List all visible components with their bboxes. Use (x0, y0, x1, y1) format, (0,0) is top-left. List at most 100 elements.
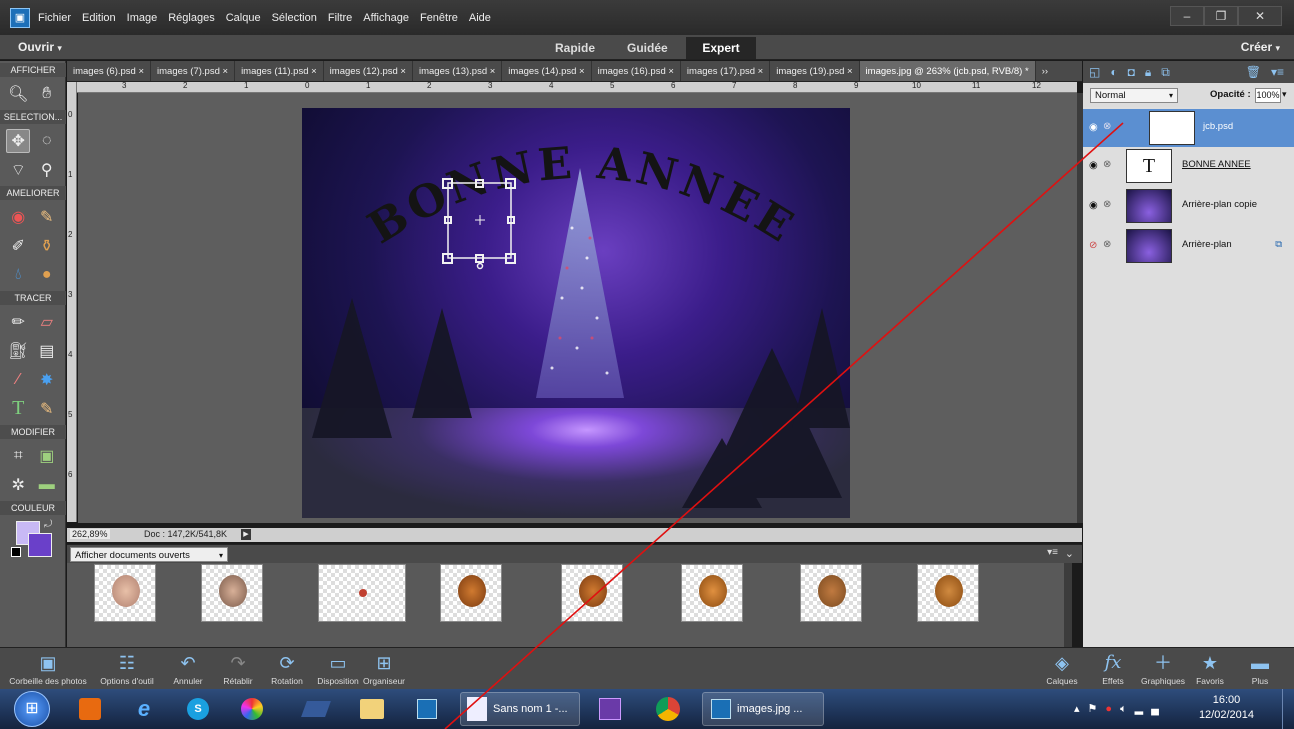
zoom-tool-icon[interactable]: 🔍︎ (6, 82, 30, 106)
menu-edition[interactable]: Edition (82, 12, 116, 24)
show-desktop-button[interactable] (1282, 689, 1294, 729)
layer-link-icon[interactable]: ⊗ (1103, 159, 1111, 170)
clone-stamp-icon[interactable]: ⚱ (35, 234, 59, 258)
menu-image[interactable]: Image (127, 12, 158, 24)
photo-bin-button[interactable]: ▣ Corbeille des photos (3, 650, 93, 686)
bin-scrollbar[interactable] (1064, 563, 1072, 648)
ellipse-marquee-icon[interactable]: ◌ (35, 129, 59, 153)
tab-expert[interactable]: Expert (686, 37, 756, 59)
status-menu-arrow-icon[interactable]: ▶ (241, 529, 251, 540)
menu-aide[interactable]: Aide (469, 12, 491, 24)
blend-mode-select[interactable]: Normal ▾ (1090, 88, 1178, 103)
doc-tab[interactable]: images (6).psd × (67, 61, 152, 81)
doc-tab[interactable]: images (7).psd × (151, 61, 236, 81)
book-icon[interactable] (296, 692, 336, 726)
doc-tab[interactable]: images (17).psd × (681, 61, 771, 81)
create-button[interactable]: Créer ▾ (1241, 40, 1280, 54)
custom-shape-icon[interactable]: ✸ (35, 368, 59, 392)
paint-bucket-icon[interactable]: ⛽︎ (6, 339, 30, 363)
doc-tab[interactable]: images (16).psd × (592, 61, 681, 81)
bin-thumbnail[interactable] (94, 564, 156, 622)
opacity-field[interactable]: 100% (1255, 88, 1281, 103)
menu-selection[interactable]: Sélection (272, 12, 317, 24)
doc-tab[interactable]: images (13).psd × (413, 61, 503, 81)
adjustment-layer-icon[interactable]: ◐ (1110, 65, 1117, 79)
open-button[interactable]: Ouvrir ▾ (18, 40, 62, 54)
hand-tool-icon[interactable]: ✋︎ (35, 82, 59, 106)
app-icon[interactable]: ▣ (10, 7, 30, 28)
start-button[interactable]: ⊞ (14, 691, 50, 727)
lasso-tool-icon[interactable]: ⌔ (6, 158, 30, 182)
pencil-tool-icon[interactable]: ✎ (35, 397, 59, 421)
bin-thumbnail[interactable] (318, 564, 406, 622)
visibility-off-icon[interactable]: ⊘ (1089, 240, 1097, 251)
taskbar-window-images[interactable]: images.jpg ... (702, 692, 824, 726)
maximize-button[interactable]: ❐ (1204, 6, 1238, 26)
taskbar-window-sans-nom[interactable]: Sans nom 1 -... (460, 692, 580, 726)
layer-link-icon[interactable]: ⊗ (1103, 199, 1111, 210)
bin-filter-select[interactable]: Afficher documents ouverts ▾ (70, 547, 228, 562)
picasa-icon[interactable] (232, 692, 272, 726)
new-layer-icon[interactable]: ◱ (1089, 65, 1100, 79)
doc-tab[interactable]: images (19).psd × (770, 61, 860, 81)
menu-filtre[interactable]: Filtre (328, 12, 352, 24)
sponge-tool-icon[interactable]: ● (35, 263, 59, 287)
delete-layer-icon[interactable]: 🗑︎ (1246, 65, 1261, 79)
crop-tool-icon[interactable]: ⌗ (6, 444, 30, 468)
collapse-icon[interactable]: ⌄ (1065, 547, 1074, 560)
blur-tool-icon[interactable]: 💧︎ (6, 263, 30, 287)
visibility-eye-icon[interactable]: ◉ (1089, 122, 1098, 133)
opacity-dropdown-icon[interactable]: ▾ (1282, 89, 1287, 100)
flag-icon[interactable]: ⚑ (1088, 703, 1106, 715)
menu-affichage[interactable]: Affichage (363, 12, 409, 24)
eraser-tool-icon[interactable]: ▱ (35, 310, 59, 334)
layer-link-icon[interactable]: ⊗ (1103, 121, 1111, 132)
link-layer-icon[interactable]: ⧉ (1161, 65, 1170, 80)
signal-icon[interactable]: ▂▄ (1135, 703, 1167, 715)
zoom-readout[interactable]: 262,89% (70, 529, 110, 539)
skype-icon[interactable]: S (178, 692, 218, 726)
rotate-button[interactable]: ⟳ Rotation (262, 650, 312, 686)
menu-fichier[interactable]: Fichier (38, 12, 71, 24)
folder-icon[interactable] (352, 692, 392, 726)
artwork-image[interactable]: BONNE ANNEE (302, 108, 850, 518)
lock-icon[interactable]: 🔒︎ (1145, 65, 1151, 80)
volume-icon[interactable]: 🔈︎ (1120, 703, 1135, 715)
tab-rapide[interactable]: Rapide (541, 37, 609, 59)
effects-button[interactable]: fx Effets (1093, 650, 1133, 686)
menu-reglages[interactable]: Réglages (168, 12, 214, 24)
recompose-tool-icon[interactable]: ▣ (35, 444, 59, 468)
bin-thumbnail[interactable] (440, 564, 502, 622)
straighten-tool-icon[interactable]: ▬ (35, 473, 59, 497)
brush-tool-icon[interactable]: ✏ (6, 310, 30, 334)
more-button[interactable]: ▬ Plus (1240, 650, 1280, 686)
bin-thumbnail[interactable] (800, 564, 862, 622)
doc-tab[interactable]: images (11).psd × (235, 61, 324, 81)
chrome-icon[interactable] (648, 692, 688, 726)
media-icon[interactable] (70, 692, 110, 726)
redo-button[interactable]: ↷ Rétablir (214, 650, 262, 686)
background-color[interactable] (28, 533, 52, 557)
doc-tab[interactable]: images (12).psd × (324, 61, 413, 81)
show-hidden-icon[interactable]: ▴ (1074, 703, 1088, 715)
layers-button[interactable]: ◈ Calques (1040, 650, 1084, 686)
tab-guidee[interactable]: Guidée (613, 37, 682, 59)
antivirus-icon[interactable]: ● (1105, 703, 1120, 715)
premiere-icon[interactable] (592, 692, 628, 726)
bin-thumbnail[interactable] (201, 564, 263, 622)
eyedropper-icon[interactable]: ⁄ (6, 368, 30, 392)
undo-button[interactable]: ↶ Annuler (164, 650, 212, 686)
visibility-eye-icon[interactable]: ◉ (1089, 160, 1098, 171)
layout-button[interactable]: ▭ Disposition (311, 650, 365, 686)
taskbar-clock[interactable]: 16:00 12/02/2014 (1199, 693, 1254, 723)
healing-brush-icon[interactable]: ✎ (35, 205, 59, 229)
layer-row[interactable]: ⊘ ⊗ Arrière-plan ⧉ (1083, 227, 1294, 265)
bin-menu-icon[interactable]: ▾≡ (1047, 547, 1058, 558)
layer-row[interactable]: ◉ ⊗ jcb.psd (1083, 109, 1294, 147)
close-button[interactable]: ✕ (1238, 6, 1282, 26)
content-move-icon[interactable]: ✲ (6, 473, 30, 497)
magic-wand-icon[interactable]: ⚲ (35, 158, 59, 182)
tabs-overflow-icon[interactable]: ›› (1036, 61, 1054, 81)
menu-calque[interactable]: Calque (226, 12, 261, 24)
menu-fenetre[interactable]: Fenêtre (420, 12, 458, 24)
